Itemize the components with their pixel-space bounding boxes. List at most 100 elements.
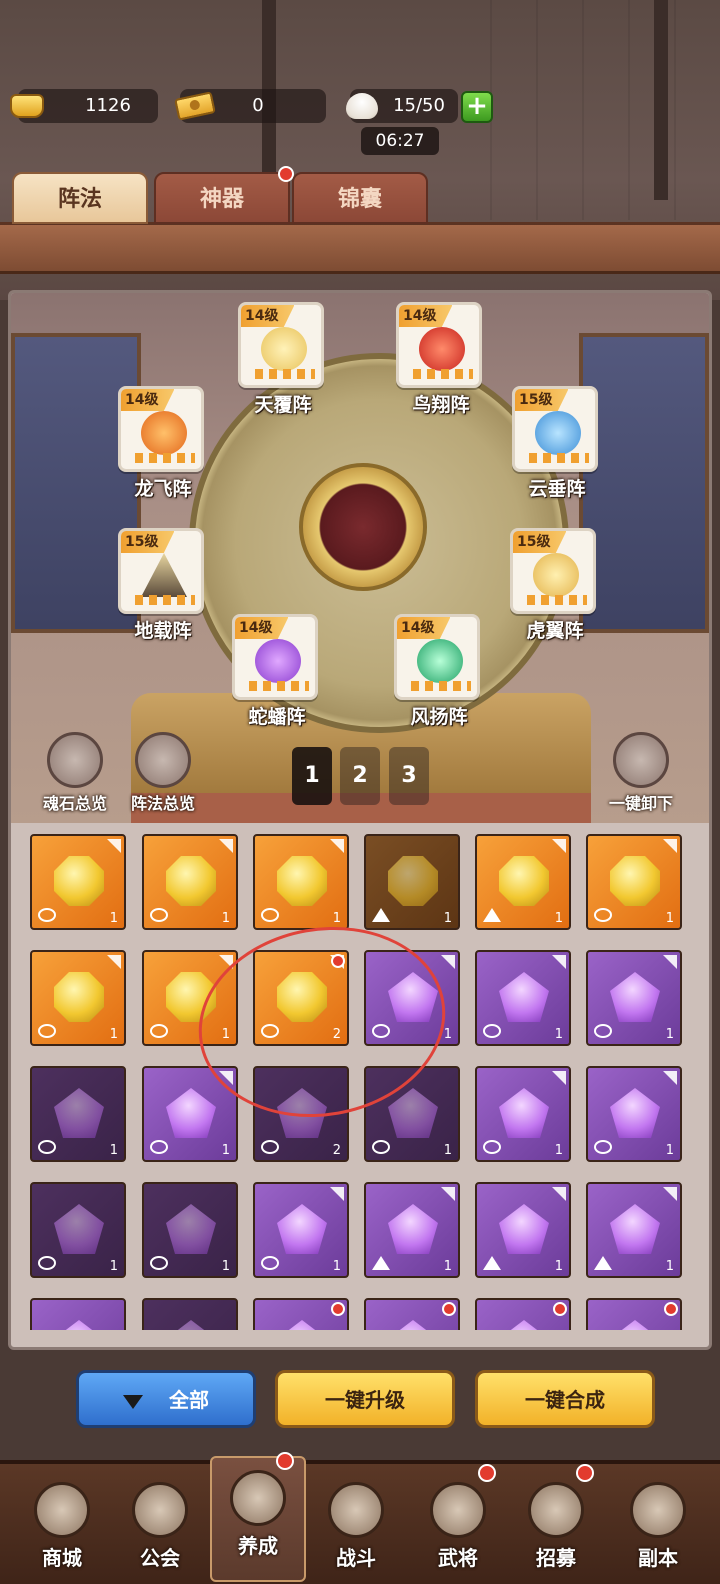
cloud-formation-icon [261, 1140, 279, 1154]
gem-icon [54, 856, 104, 906]
nav-develop[interactable]: 养成 [210, 1452, 306, 1582]
formation-name: 天覆阵 [254, 394, 312, 416]
tab-formation[interactable]: 阵法 [12, 172, 148, 224]
add-stamina-button[interactable]: + [461, 91, 493, 123]
soul-stone-slot[interactable]: 1 [253, 1182, 349, 1278]
formation-dizai[interactable]: 15级 地载阵 [118, 528, 208, 643]
disc-core [299, 463, 427, 591]
gem-icon [499, 1320, 549, 1330]
gem-icon [499, 856, 549, 906]
gem-icon [166, 856, 216, 906]
formation-level: 15级 [515, 389, 569, 411]
soul-stone-slot[interactable] [253, 1298, 349, 1330]
soul-stone-slot[interactable]: 1 [586, 1182, 682, 1278]
formation-level: 15级 [513, 531, 567, 553]
gem-count: 1 [443, 911, 452, 926]
gem-icon [166, 1320, 216, 1330]
gem-icon [54, 1204, 104, 1254]
formation-card: 15级 [510, 528, 596, 614]
gem-icon [277, 1320, 327, 1330]
formation-longfei[interactable]: 14级 龙飞阵 [118, 386, 208, 501]
formation-huyi[interactable]: 15级 虎翼阵 [510, 528, 600, 643]
formation-overview-label: 阵法总览 [130, 794, 195, 813]
gem-count: 1 [332, 1259, 341, 1274]
soul-stone-slot[interactable]: 1 [142, 1182, 238, 1278]
soul-stone-slot[interactable] [475, 1298, 571, 1330]
cloud-formation-icon [150, 1256, 168, 1270]
cloud-formation-icon [150, 908, 168, 922]
formation-overview-button[interactable]: 阵法总览 [118, 732, 208, 814]
formation-diamond-icon [135, 732, 191, 788]
formation-card: 14级 [238, 302, 324, 388]
soul-stone-slot[interactable]: 1 [475, 1182, 571, 1278]
soul-stone-slot[interactable]: 1 [475, 834, 571, 930]
gem-count: 2 [332, 1143, 341, 1158]
formation-tianfu[interactable]: 14级 天覆阵 [238, 302, 328, 417]
formation-name: 鸟翔阵 [412, 394, 470, 416]
tab-formation-label: 阵法 [57, 187, 102, 212]
soul-stone-slot[interactable]: 1 [30, 1066, 126, 1162]
formation-level: 14级 [235, 617, 289, 639]
page-button-2[interactable]: 2 [340, 747, 380, 805]
page-button-1[interactable]: 1 [292, 747, 332, 805]
formation-shepan[interactable]: 14级 蛇蟠阵 [232, 614, 322, 729]
nav-battle[interactable]: 战斗 [308, 1470, 404, 1580]
tab-artifact[interactable]: 神器 [154, 166, 294, 224]
corner-flag-icon [552, 1187, 566, 1201]
soul-stone-slot[interactable] [586, 1298, 682, 1330]
soul-stone-slot[interactable]: 1 [253, 834, 349, 930]
corner-flag-icon [552, 839, 566, 853]
gem-icon [388, 1204, 438, 1254]
nav-shop[interactable]: 商城 [14, 1470, 110, 1580]
soul-stone-slot[interactable]: 1 [142, 834, 238, 930]
gem-icon [54, 972, 104, 1022]
combine-all-button[interactable]: 一键合成 [475, 1370, 655, 1428]
soul-stone-slot[interactable] [142, 1298, 238, 1330]
tab-brocade[interactable]: 锦囊 [292, 172, 428, 224]
notification-dot [553, 1302, 567, 1316]
soul-stone-slot[interactable] [364, 1298, 460, 1330]
formation-yunchui[interactable]: 15级 云垂阵 [512, 386, 602, 501]
formation-niaoxiang[interactable]: 14级 鸟翔阵 [396, 302, 486, 417]
soul-stone-slot[interactable]: 1 [30, 834, 126, 930]
cloud-formation-icon [372, 1140, 390, 1154]
nav-generals[interactable]: 武将 [410, 1464, 506, 1580]
stamina-value: 15/50 [393, 95, 445, 116]
soul-stone-slot[interactable]: 1 [586, 834, 682, 930]
soul-stone-slot[interactable]: 1 [475, 950, 571, 1046]
upgrade-all-button[interactable]: 一键升级 [275, 1370, 455, 1428]
formation-name: 云垂阵 [528, 478, 586, 500]
unload-all-button[interactable]: 一键卸下 [596, 732, 686, 814]
formation-level: 14级 [397, 617, 451, 639]
soul-stone-slot[interactable]: 1 [586, 1066, 682, 1162]
gem-icon [388, 1088, 438, 1138]
nav-guild[interactable]: 公会 [112, 1470, 208, 1580]
map-scroll-icon [630, 1482, 686, 1538]
formation-level: 14级 [241, 305, 295, 327]
filter-all-button[interactable]: 全部 [76, 1370, 256, 1428]
gem-count: 1 [554, 1027, 563, 1042]
soul-stone-slot[interactable]: 1 [586, 950, 682, 1046]
gem-icon [277, 856, 327, 906]
snake-icon [255, 639, 301, 683]
soul-stone-slot[interactable]: 1 [30, 1182, 126, 1278]
formation-card: 15级 [512, 386, 598, 472]
corner-flag-icon [107, 955, 121, 969]
nav-dungeon[interactable]: 副本 [610, 1470, 706, 1580]
star-pips [413, 369, 473, 379]
soul-stone-slot[interactable]: 1 [30, 950, 126, 1046]
soul-stone-overview-button[interactable]: 魂石总览 [30, 732, 120, 814]
formation-fengyang[interactable]: 14级 风扬阵 [394, 614, 484, 729]
combine-all-label: 一键合成 [525, 1388, 605, 1412]
soul-stone-slot[interactable]: 1 [364, 1182, 460, 1278]
nav-battle-label: 战斗 [336, 1546, 376, 1570]
soul-stone-slot[interactable]: 1 [475, 1066, 571, 1162]
soul-stone-slot[interactable] [30, 1298, 126, 1330]
corner-flag-icon [663, 955, 677, 969]
nav-recruit[interactable]: 招募 [508, 1464, 604, 1580]
dragon-icon [141, 411, 187, 455]
cloud-formation-icon [261, 1256, 279, 1270]
page-button-3[interactable]: 3 [389, 747, 429, 805]
soul-stone-slot[interactable]: 1 [364, 834, 460, 930]
cloud-formation-icon [38, 908, 56, 922]
